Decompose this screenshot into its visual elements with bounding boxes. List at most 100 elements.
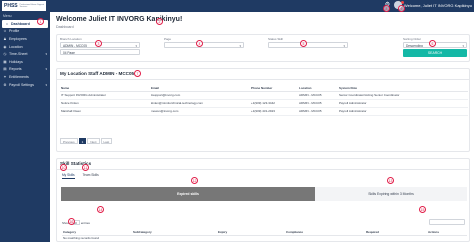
tab-team-skills[interactable]: Team Skills: [83, 173, 99, 179]
marker-badge: 10: [60, 164, 67, 171]
brand-mark: PHSS: [4, 3, 18, 9]
cell: [250, 91, 298, 100]
cell: +1(909) 123-3442: [250, 99, 298, 108]
cell: Notice Kinlen: [60, 99, 150, 108]
pagination: Previous 1 Next Last: [60, 138, 113, 144]
table-row: No matching records found: [62, 235, 467, 240]
marker-badge: 4: [196, 40, 203, 47]
sidebar: Menu ⌂ Dashboard ☺ Profile ♟ Employees ◉…: [0, 12, 50, 242]
staff-card: My Location Staff ADMIN - MCC05 Name Ema…: [56, 68, 470, 152]
staff-table: Name Email Phone Number Location System …: [60, 85, 468, 116]
filter-card: Branch Location ADMIN - MCC05 ▾ 04 Page …: [56, 34, 470, 62]
marker-badge: 2: [156, 18, 163, 25]
marker-badge: 6: [429, 40, 436, 47]
marker-badge: 8: [383, 5, 390, 12]
table-row[interactable]: IT Support INVORG Administrator itsuppor…: [60, 91, 468, 100]
marker-badge: 12: [191, 177, 198, 184]
sidebar-item-payroll-settings[interactable]: ⚙ Payroll Settings ▾: [0, 81, 50, 89]
chevron-down-icon: ▾: [45, 52, 47, 57]
cell: mowen@invorg.com: [150, 107, 250, 116]
segment-label: Expired skills: [177, 192, 199, 196]
sidebar-item-profile[interactable]: ☺ Profile: [0, 28, 50, 36]
cell: +1(909) 431-2923: [250, 107, 298, 116]
marker-badge: 13: [387, 177, 394, 184]
skills-chart: Expired skills Skills Expiring within 3 …: [61, 187, 467, 201]
users-icon: ♟: [3, 36, 7, 41]
divider: [57, 169, 469, 170]
cell: itsupport@invorg.com: [150, 91, 250, 100]
cell: Payroll Administrator: [338, 99, 468, 108]
sidebar-item-label: Profile: [9, 29, 20, 34]
page-select[interactable]: ▾: [164, 42, 244, 48]
page-title: Welcome Juliet IT INVORG Kapikinyu!: [56, 16, 183, 23]
marker-badge: 14: [97, 206, 104, 213]
previous-page-button[interactable]: Previous: [60, 138, 78, 144]
date-field[interactable]: 04 Page: [60, 49, 140, 55]
user-icon: ☺: [3, 29, 7, 34]
marker-badge: 5: [300, 40, 307, 47]
sidebar-item-label: Holidays: [9, 59, 23, 64]
marker-badge: 7: [134, 70, 141, 77]
table-row[interactable]: Notice Kinlen kinlen@mtmiturchnical-tech…: [60, 99, 468, 108]
entries-suffix: entries: [80, 220, 90, 225]
location-icon: ◉: [3, 44, 7, 49]
sidebar-item-label: Dashboard: [11, 21, 30, 26]
skills-search-input[interactable]: [429, 219, 465, 225]
expired-skills-segment[interactable]: Expired skills: [61, 187, 315, 201]
chevron-down-icon: ▾: [239, 44, 241, 48]
next-page-button[interactable]: Next: [87, 138, 100, 144]
skills-tabs: My Skills Team Skills: [62, 173, 99, 179]
cell: IT Support INVORG Administrator: [60, 91, 150, 100]
brand-logo[interactable]: PHSS Professional Home Support Services: [2, 1, 46, 11]
sidebar-item-location[interactable]: ◉ Location: [0, 43, 50, 51]
marker-badge: 11: [82, 164, 89, 171]
marker-badge: 9: [398, 5, 405, 12]
skills-table: Category SubCategory Expiry Compliance R…: [62, 229, 467, 240]
chevron-down-icon: ▾: [343, 44, 345, 48]
sidebar-item-label: Location: [9, 44, 23, 49]
cell: ADMIN - MCC05: [298, 99, 338, 108]
branch-value: ADMIN - MCC05: [63, 44, 87, 48]
sidebar-item-timesheet[interactable]: ◷ Time-Sheet ▾: [0, 50, 50, 58]
cell: Senior Coordinator/Acting Senior Coordin…: [338, 91, 468, 100]
segment-label: Skills Expiring within 3 Months: [368, 192, 414, 196]
sidebar-item-reports[interactable]: ▤ Reports ▾: [0, 66, 50, 74]
chevron-down-icon: ▾: [45, 82, 47, 87]
marker-badge: 16: [68, 218, 75, 225]
user-menu[interactable]: Welcome, Juliet IT INVORG Kapikinyu: [393, 1, 472, 9]
entries-control: Show 10 entries: [62, 220, 90, 225]
sidebar-item-holidays[interactable]: ▦ Holidays: [0, 58, 50, 66]
home-icon: ⌂: [5, 21, 9, 26]
page-1-button[interactable]: 1: [78, 138, 87, 144]
sidebar-item-employees[interactable]: ♟ Employees: [0, 35, 50, 43]
report-icon: ▤: [3, 67, 7, 72]
clock-icon: ◷: [3, 52, 7, 57]
sidebar-item-entitlements[interactable]: ✦ Entitlements: [0, 73, 50, 81]
search-button[interactable]: SEARCH: [403, 49, 467, 57]
marker-badge: 15: [419, 206, 426, 213]
status-select[interactable]: ▾: [268, 42, 348, 48]
sidebar-item-label: Entitlements: [9, 74, 29, 79]
status-filter: Status Skill ▾: [268, 37, 348, 48]
divider: [57, 79, 469, 80]
tab-my-skills[interactable]: My Skills: [62, 173, 75, 179]
badge-icon: ✦: [3, 74, 7, 79]
table-row[interactable]: Marshall Owen mowen@invorg.com +1(909) 4…: [60, 107, 468, 116]
cell: ADMIN - MCC05: [298, 91, 338, 100]
cell: ADMIN - MCC05: [298, 107, 338, 116]
sorting-value: Descending: [406, 44, 423, 48]
cell: Payroll Administrator: [338, 107, 468, 116]
page-filter: Page ▾: [164, 37, 244, 48]
expiring-skills-segment[interactable]: Skills Expiring within 3 Months: [315, 187, 467, 201]
last-page-button[interactable]: Last: [100, 138, 113, 144]
sidebar-item-label: Time-Sheet: [9, 52, 28, 57]
page-subtitle: Dashboard: [56, 25, 74, 29]
cell: kinlen@mtmiturchnical-technology.com: [150, 99, 250, 108]
sidebar-item-label: Payroll Settings: [9, 82, 34, 87]
status-label: Status Skill: [268, 37, 283, 41]
chevron-down-icon: ▾: [135, 44, 137, 48]
sidebar-item-label: Reports: [9, 67, 22, 72]
user-name: Welcome, Juliet IT INVORG Kapikinyu: [403, 2, 472, 8]
staff-title: My Location Staff ADMIN - MCC05: [60, 71, 135, 76]
date-value: 04 Page: [63, 51, 75, 55]
